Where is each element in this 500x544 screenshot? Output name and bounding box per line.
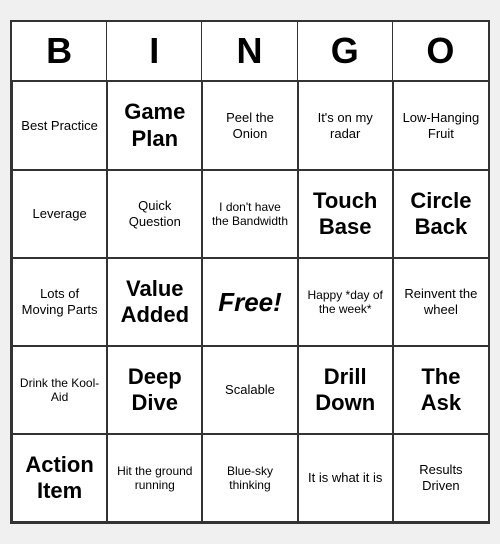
cell-text-24: Results Driven: [400, 462, 482, 493]
cell-text-1: Game Plan: [114, 99, 195, 152]
cell-text-4: Low-Hanging Fruit: [400, 110, 482, 141]
bingo-cell-20[interactable]: Action Item: [12, 434, 107, 522]
bingo-cell-3[interactable]: It's on my radar: [298, 82, 393, 170]
cell-text-20: Action Item: [19, 452, 100, 505]
cell-text-21: Hit the ground running: [114, 464, 195, 493]
bingo-cell-8[interactable]: Touch Base: [298, 170, 393, 258]
bingo-cell-9[interactable]: Circle Back: [393, 170, 488, 258]
cell-text-23: It is what it is: [308, 470, 382, 486]
cell-text-0: Best Practice: [21, 118, 98, 134]
bingo-cell-10[interactable]: Lots of Moving Parts: [12, 258, 107, 346]
bingo-cell-22[interactable]: Blue-sky thinking: [202, 434, 297, 522]
bingo-grid: Best Practice Game Plan Peel the Onion It's…: [12, 82, 488, 522]
bingo-cell-11[interactable]: Value Added: [107, 258, 202, 346]
bingo-cell-2[interactable]: Peel the Onion: [202, 82, 297, 170]
bingo-cell-13[interactable]: Happy *day of the week*: [298, 258, 393, 346]
bingo-cell-21[interactable]: Hit the ground running: [107, 434, 202, 522]
bingo-letter-o: O: [393, 22, 488, 80]
bingo-cell-4[interactable]: Low-Hanging Fruit: [393, 82, 488, 170]
bingo-cell-18[interactable]: Drill Down: [298, 346, 393, 434]
cell-text-2: Peel the Onion: [209, 110, 290, 141]
bingo-cell-17[interactable]: Scalable: [202, 346, 297, 434]
cell-text-5: Leverage: [32, 206, 86, 222]
bingo-cell-24[interactable]: Results Driven: [393, 434, 488, 522]
cell-text-9: Circle Back: [400, 188, 482, 241]
cell-text-11: Value Added: [114, 276, 195, 329]
bingo-cell-7[interactable]: I don't have the Bandwidth: [202, 170, 297, 258]
bingo-cell-15[interactable]: Drink the Kool-Aid: [12, 346, 107, 434]
cell-text-3: It's on my radar: [305, 110, 386, 141]
cell-text-7: I don't have the Bandwidth: [209, 200, 290, 229]
bingo-cell-12[interactable]: Free!: [202, 258, 297, 346]
cell-text-19: The Ask: [400, 364, 482, 417]
cell-text-15: Drink the Kool-Aid: [19, 376, 100, 405]
cell-text-13: Happy *day of the week*: [305, 288, 386, 317]
cell-text-17: Scalable: [225, 382, 275, 398]
bingo-cell-6[interactable]: Quick Question: [107, 170, 202, 258]
cell-text-6: Quick Question: [114, 198, 195, 229]
bingo-card: BINGO Best Practice Game Plan Peel the Oni…: [10, 20, 490, 524]
bingo-letter-i: I: [107, 22, 202, 80]
cell-text-8: Touch Base: [305, 188, 386, 241]
bingo-cell-14[interactable]: Reinvent the wheel: [393, 258, 488, 346]
cell-text-10: Lots of Moving Parts: [19, 286, 100, 317]
bingo-cell-16[interactable]: Deep Dive: [107, 346, 202, 434]
cell-text-12: Free!: [218, 287, 282, 318]
bingo-letter-g: G: [298, 22, 393, 80]
bingo-cell-5[interactable]: Leverage: [12, 170, 107, 258]
bingo-header: BINGO: [12, 22, 488, 82]
bingo-cell-23[interactable]: It is what it is: [298, 434, 393, 522]
bingo-letter-n: N: [202, 22, 297, 80]
bingo-letter-b: B: [12, 22, 107, 80]
cell-text-14: Reinvent the wheel: [400, 286, 482, 317]
bingo-cell-1[interactable]: Game Plan: [107, 82, 202, 170]
bingo-cell-19[interactable]: The Ask: [393, 346, 488, 434]
bingo-cell-0[interactable]: Best Practice: [12, 82, 107, 170]
cell-text-16: Deep Dive: [114, 364, 195, 417]
cell-text-22: Blue-sky thinking: [209, 464, 290, 493]
cell-text-18: Drill Down: [305, 364, 386, 417]
